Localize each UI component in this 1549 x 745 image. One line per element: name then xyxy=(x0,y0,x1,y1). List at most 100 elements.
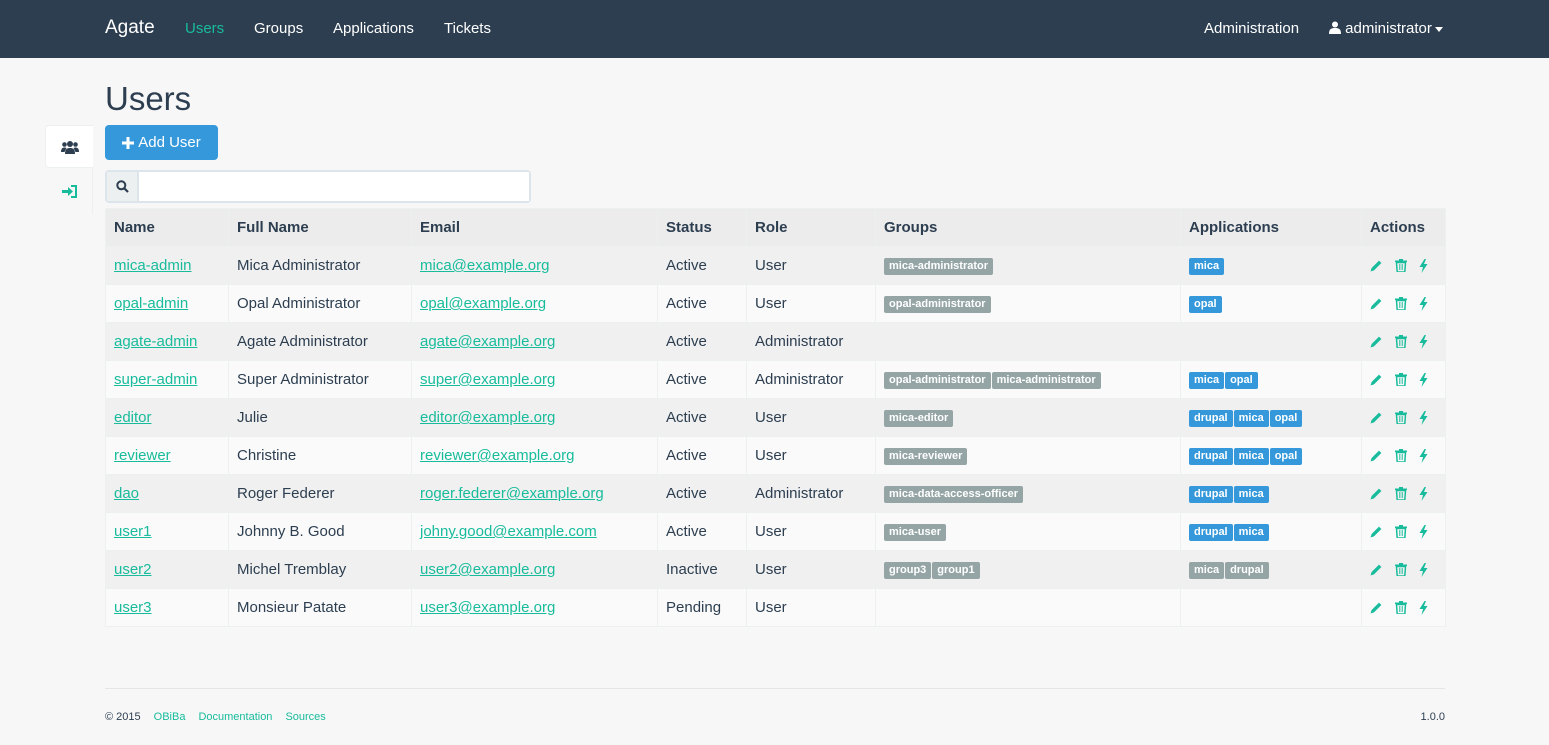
user-email-link[interactable]: reviewer@example.org xyxy=(420,447,574,464)
sign-in-icon xyxy=(61,185,77,198)
pencil-icon[interactable] xyxy=(1370,373,1383,386)
user-email-link[interactable]: johny.good@example.com xyxy=(420,523,597,540)
user-name-link[interactable]: user2 xyxy=(114,561,152,578)
add-user-button[interactable]: Add User xyxy=(105,125,218,160)
user-email-link[interactable]: agate@example.org xyxy=(420,333,555,350)
user-name-link[interactable]: user1 xyxy=(114,523,152,540)
group-badge: opal-administrator xyxy=(884,296,991,313)
application-badge: mica xyxy=(1189,372,1225,389)
pencil-icon[interactable] xyxy=(1370,449,1383,462)
application-badge: drupal xyxy=(1189,410,1233,427)
bolt-icon[interactable] xyxy=(1419,258,1428,273)
user-name-link[interactable]: user3 xyxy=(114,599,152,616)
user-email-link[interactable]: editor@example.org xyxy=(420,409,555,426)
cell-applications xyxy=(1180,588,1362,627)
sidebar-tab-signin[interactable] xyxy=(45,170,93,213)
column-header-status[interactable]: Status xyxy=(657,208,747,247)
bolt-icon[interactable] xyxy=(1419,448,1428,463)
user-email-link[interactable]: user3@example.org xyxy=(420,599,555,616)
user-menu[interactable]: administrator xyxy=(1329,20,1443,37)
bolt-icon[interactable] xyxy=(1419,524,1428,539)
nav-applications[interactable]: Applications xyxy=(333,20,414,37)
pencil-icon[interactable] xyxy=(1370,259,1383,272)
sidebar-tab-users[interactable] xyxy=(45,125,93,168)
nav-groups[interactable]: Groups xyxy=(254,20,303,37)
column-header-full-name[interactable]: Full Name xyxy=(228,208,412,247)
cell-name: agate-admin xyxy=(105,322,229,361)
nav-tickets[interactable]: Tickets xyxy=(444,20,491,37)
bolt-icon[interactable] xyxy=(1419,334,1428,349)
search-input[interactable] xyxy=(139,172,529,201)
cell-applications xyxy=(1180,322,1362,361)
cell-groups xyxy=(875,322,1181,361)
pencil-icon[interactable] xyxy=(1370,525,1383,538)
footer-link-sources[interactable]: Sources xyxy=(285,711,325,723)
cell-actions xyxy=(1361,436,1446,475)
pencil-icon[interactable] xyxy=(1370,563,1383,576)
trash-icon[interactable] xyxy=(1395,525,1407,538)
cell-status: Active xyxy=(657,512,747,551)
user-name-link[interactable]: mica-admin xyxy=(114,257,192,274)
footer-copyright: © 2015 xyxy=(105,711,141,723)
bolt-icon[interactable] xyxy=(1419,600,1428,615)
group-badge: mica-data-access-officer xyxy=(884,486,1024,503)
nav-administration[interactable]: Administration xyxy=(1204,20,1299,37)
bolt-icon[interactable] xyxy=(1419,372,1428,387)
trash-icon[interactable] xyxy=(1395,449,1407,462)
user-name-link[interactable]: reviewer xyxy=(114,447,171,464)
cell-full-name: Christine xyxy=(228,436,412,475)
trash-icon[interactable] xyxy=(1395,563,1407,576)
footer-link-documentation[interactable]: Documentation xyxy=(198,711,272,723)
user-name-link[interactable]: editor xyxy=(114,409,152,426)
nav-users[interactable]: Users xyxy=(185,20,224,37)
trash-icon[interactable] xyxy=(1395,411,1407,424)
user-name-link[interactable]: opal-admin xyxy=(114,295,188,312)
group-badge: opal-administrator xyxy=(884,372,991,389)
brand-logo[interactable]: Agate xyxy=(105,17,155,39)
cell-email: mica@example.org xyxy=(411,246,658,285)
user-email-link[interactable]: opal@example.org xyxy=(420,295,546,312)
cell-full-name: Roger Federer xyxy=(228,474,412,513)
group-badge: mica-administrator xyxy=(991,372,1101,389)
trash-icon[interactable] xyxy=(1395,297,1407,310)
cell-role: User xyxy=(746,588,876,627)
column-header-name[interactable]: Name xyxy=(105,208,229,247)
column-header-role[interactable]: Role xyxy=(746,208,876,247)
bolt-icon[interactable] xyxy=(1419,562,1428,577)
pencil-icon[interactable] xyxy=(1370,601,1383,614)
column-header-actions: Actions xyxy=(1361,208,1446,247)
pencil-icon[interactable] xyxy=(1370,297,1383,310)
user-email-link[interactable]: super@example.org xyxy=(420,371,555,388)
application-badge: opal xyxy=(1269,410,1303,427)
cell-name: mica-admin xyxy=(105,246,229,285)
bolt-icon[interactable] xyxy=(1419,296,1428,311)
cell-role: User xyxy=(746,512,876,551)
user-email-link[interactable]: roger.federer@example.org xyxy=(420,485,604,502)
user-email-link[interactable]: mica@example.org xyxy=(420,257,549,274)
pencil-icon[interactable] xyxy=(1370,487,1383,500)
trash-icon[interactable] xyxy=(1395,259,1407,272)
cell-actions xyxy=(1361,284,1446,323)
footer-link-obiba[interactable]: OBiBa xyxy=(154,711,186,723)
footer: © 2015 OBiBa Documentation Sources xyxy=(105,711,326,723)
pencil-icon[interactable] xyxy=(1370,411,1383,424)
cell-role: User xyxy=(746,436,876,475)
column-header-email[interactable]: Email xyxy=(411,208,658,247)
cell-role: User xyxy=(746,398,876,437)
pencil-icon[interactable] xyxy=(1370,335,1383,348)
trash-icon[interactable] xyxy=(1395,487,1407,500)
cell-status: Active xyxy=(657,436,747,475)
table-row: editor Julie editor@example.org Active User m… xyxy=(105,398,1446,437)
bolt-icon[interactable] xyxy=(1419,486,1428,501)
trash-icon[interactable] xyxy=(1395,601,1407,614)
group-badge: group3 xyxy=(884,562,932,579)
user-name-link[interactable]: super-admin xyxy=(114,371,197,388)
cell-role: Administrator xyxy=(746,360,876,399)
trash-icon[interactable] xyxy=(1395,373,1407,386)
user-name-link[interactable]: dao xyxy=(114,485,139,502)
user-email-link[interactable]: user2@example.org xyxy=(420,561,555,578)
user-name-link[interactable]: agate-admin xyxy=(114,333,197,350)
bolt-icon[interactable] xyxy=(1419,410,1428,425)
trash-icon[interactable] xyxy=(1395,335,1407,348)
search-group xyxy=(105,170,531,203)
